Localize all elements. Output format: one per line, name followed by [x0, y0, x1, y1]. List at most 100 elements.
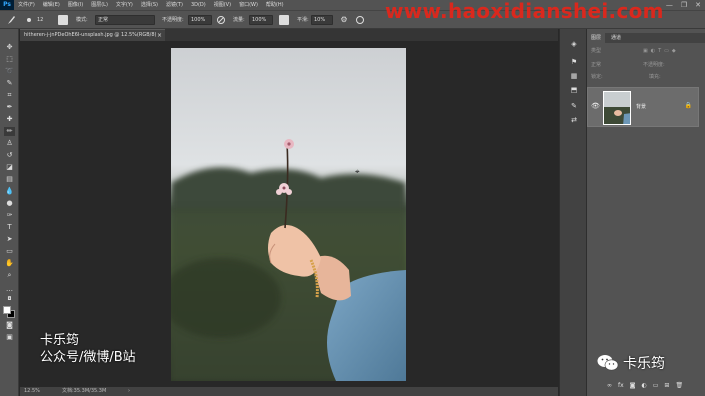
brush-tool-icon[interactable] [6, 15, 16, 25]
layers-panel: 图层 通道 类型 ▣◐T▭◆ 正常 不透明度: 锁定: 填充: 👁 背景 🔒 ∞… [587, 29, 705, 396]
trash-icon[interactable]: 🗑 [675, 382, 683, 389]
add-mask-icon[interactable]: ◙ [630, 382, 636, 389]
fill-label: 填充: [649, 74, 661, 80]
status-arrow-icon[interactable]: › [128, 387, 130, 396]
eyedropper-tool-icon[interactable]: ✒ [4, 103, 15, 112]
smoothing-field[interactable]: 10% [311, 15, 333, 25]
gradient-tool-icon[interactable]: ▤ [4, 175, 15, 184]
blend-mode-select[interactable]: 正常 [591, 62, 601, 68]
quick-mask-icon[interactable]: ◙ [4, 321, 15, 330]
photo-canvas[interactable] [171, 48, 406, 381]
layer-filter-icons[interactable]: ▣◐T▭◆ [643, 47, 679, 55]
menu-file[interactable]: 文件(F) [14, 0, 39, 10]
new-layer-icon[interactable]: ⊞ [664, 382, 669, 389]
eraser-tool-icon[interactable]: ◪ [4, 163, 15, 172]
foreground-color-swatch[interactable] [3, 306, 11, 314]
layer-thumbnail [603, 91, 631, 125]
move-tool-icon[interactable]: ✥ [4, 43, 15, 52]
screen-mode-icon[interactable]: ▣ [4, 333, 15, 342]
watermark-url: www.haoxidianshei.com [385, 0, 664, 23]
layer-kind-select[interactable]: 类型 [591, 48, 601, 54]
document-tab-title: hitheren-j-jnPDeOhE6I-unsplash.jpg @ 12.… [24, 32, 157, 38]
crop-tool-icon[interactable]: ⌗ [4, 91, 15, 100]
layers-footer: ∞ fx ◙ ◐ ▭ ⊞ 🗑 [607, 382, 683, 389]
more-tools-icon[interactable]: … [4, 285, 15, 294]
layer-name: 背景 [636, 104, 647, 110]
color-panel-icon[interactable]: ▦ [569, 71, 579, 81]
flow-field[interactable]: 100% [249, 15, 273, 25]
tab-strip [165, 29, 558, 41]
lasso-tool-icon[interactable]: ➰ [4, 67, 15, 76]
document-tab[interactable]: hitheren-j-jnPDeOhE6I-unsplash.jpg @ 12.… [20, 29, 165, 41]
menu-help[interactable]: 帮助(H) [262, 0, 288, 10]
mode-select[interactable]: 正常 [95, 15, 155, 25]
status-bar: 12.5% 文档:35.3M/35.3M › [20, 387, 558, 396]
menu-window[interactable]: 窗口(W) [235, 0, 262, 10]
close-tab-icon[interactable]: × [157, 30, 162, 41]
brush-preset-icon[interactable] [24, 15, 34, 25]
layer-opacity-label: 不透明度: [643, 62, 665, 68]
wechat-name: 卡乐筠 [623, 356, 665, 372]
adjustments-panel-icon[interactable]: ✎ [569, 101, 579, 111]
history-panel-icon[interactable]: ◈ [569, 39, 579, 49]
clone-stamp-tool-icon[interactable]: ♙ [4, 139, 15, 148]
document-info: 文档:35.3M/35.3M [62, 388, 107, 394]
brush-tool-icon[interactable]: ✏ [4, 127, 15, 136]
pressure-size-icon[interactable] [355, 15, 365, 25]
layer-style-icon[interactable]: fx [618, 382, 624, 389]
mode-label: 模式: [76, 17, 88, 23]
tab-layers[interactable]: 图层 [587, 33, 606, 43]
dodge-tool-icon[interactable]: ● [4, 199, 15, 208]
minimize-button[interactable]: — [666, 0, 673, 10]
quick-select-tool-icon[interactable]: ✎ [4, 79, 15, 88]
layer-background[interactable]: 👁 背景 🔒 [587, 87, 699, 127]
flow-label: 流量: [233, 17, 245, 23]
blur-tool-icon[interactable]: 💧 [4, 187, 15, 196]
type-tool-icon[interactable]: T [4, 223, 15, 232]
opacity-label: 不透明度: [162, 17, 184, 23]
default-colors-icon[interactable]: ◘ [4, 295, 15, 304]
menu-edit[interactable]: 编辑(E) [39, 0, 64, 10]
tools-panel: ✥ ⬚ ➰ ✎ ⌗ ✒ ✚ ✏ ♙ ↺ ◪ ▤ 💧 ● ✑ T ➤ ▭ ✋ ⌕ … [0, 29, 19, 396]
window-controls: — ❐ ✕ [666, 0, 701, 10]
brush-panel-icon[interactable] [58, 15, 68, 25]
new-group-icon[interactable]: ▭ [653, 382, 659, 389]
author-name: 卡乐筠 [40, 333, 80, 348]
zoom-tool-icon[interactable]: ⌕ [4, 271, 15, 280]
healing-brush-tool-icon[interactable]: ✚ [4, 115, 15, 124]
brush-size-value: 12 [37, 17, 44, 23]
menu-type[interactable]: 文字(Y) [112, 0, 137, 10]
menu-select[interactable]: 选择(S) [137, 0, 162, 10]
eye-icon[interactable]: 👁 [591, 102, 600, 110]
brushes-panel-icon[interactable]: ⇄ [569, 115, 579, 125]
tab-channels[interactable]: 通道 [607, 33, 625, 43]
lock-row: 锁定: 填充: [587, 73, 705, 81]
adjustment-layer-icon[interactable]: ◐ [642, 382, 647, 389]
wechat-overlay: 卡乐筠 [597, 353, 665, 373]
properties-panel-icon[interactable]: ⚑ [569, 57, 579, 67]
link-layers-icon[interactable]: ∞ [607, 382, 612, 389]
menu-view[interactable]: 视图(V) [210, 0, 235, 10]
photoshop-logo: Ps [0, 0, 14, 10]
shape-tool-icon[interactable]: ▭ [4, 247, 15, 256]
path-select-tool-icon[interactable]: ➤ [4, 235, 15, 244]
pen-tool-icon[interactable]: ✑ [4, 211, 15, 220]
menu-layer[interactable]: 图层(L) [87, 0, 112, 10]
opacity-field[interactable]: 100% [188, 15, 212, 25]
menu-3d[interactable]: 3D(D) [187, 0, 210, 10]
smoothing-label: 平滑: [297, 17, 309, 23]
crosshair-cursor-icon: ⌖ [355, 167, 360, 176]
history-brush-tool-icon[interactable]: ↺ [4, 151, 15, 160]
restore-button[interactable]: ❐ [681, 0, 687, 10]
zoom-level[interactable]: 12.5% [24, 387, 40, 396]
pressure-opacity-icon[interactable] [216, 15, 226, 25]
airbrush-icon[interactable] [279, 15, 289, 25]
menu-image[interactable]: 图像(I) [64, 0, 87, 10]
menu-filter[interactable]: 滤镜(T) [162, 0, 187, 10]
swatches-panel-icon[interactable]: ⬒ [569, 85, 579, 95]
layers-panel-tabs: 图层 通道 [587, 33, 705, 43]
marquee-tool-icon[interactable]: ⬚ [4, 55, 15, 64]
gear-icon[interactable]: ⚙ [339, 15, 349, 25]
close-button[interactable]: ✕ [695, 0, 701, 10]
hand-tool-icon[interactable]: ✋ [4, 259, 15, 268]
